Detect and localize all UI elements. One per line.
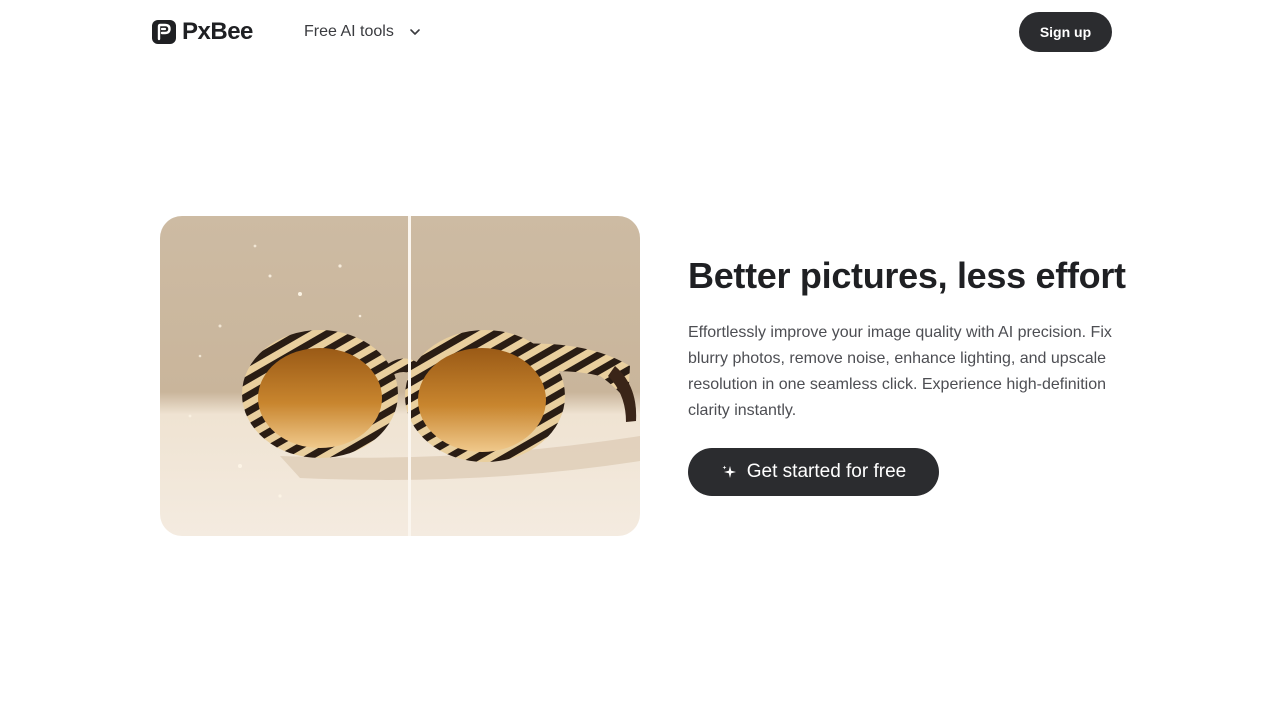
comparison-slider-handle[interactable] <box>408 216 411 536</box>
page: PxBee Free AI tools Sign up Better pictu… <box>0 0 1280 720</box>
free-ai-tools-dropdown[interactable]: Free AI tools <box>304 20 422 44</box>
chevron-down-icon <box>410 29 420 35</box>
brand-name: PxBee <box>182 18 253 45</box>
before-after-image[interactable] <box>160 216 640 536</box>
hero-description: Effortlessly improve your image quality … <box>688 324 1112 419</box>
site-header: PxBee Free AI tools Sign up <box>0 0 1280 64</box>
hero-title: Better pictures, less effort <box>688 255 1126 296</box>
get-started-button[interactable]: Get started for free <box>688 448 939 496</box>
get-started-label: Get started for free <box>746 461 907 482</box>
sunglasses-image <box>188 244 640 498</box>
brand-logo[interactable]: PxBee <box>152 19 253 45</box>
free-ai-tools-label: Free AI tools <box>304 23 394 40</box>
pxbee-logo-icon <box>152 20 176 44</box>
sign-up-button[interactable]: Sign up <box>1019 12 1112 52</box>
sparkle-icon <box>722 465 736 478</box>
